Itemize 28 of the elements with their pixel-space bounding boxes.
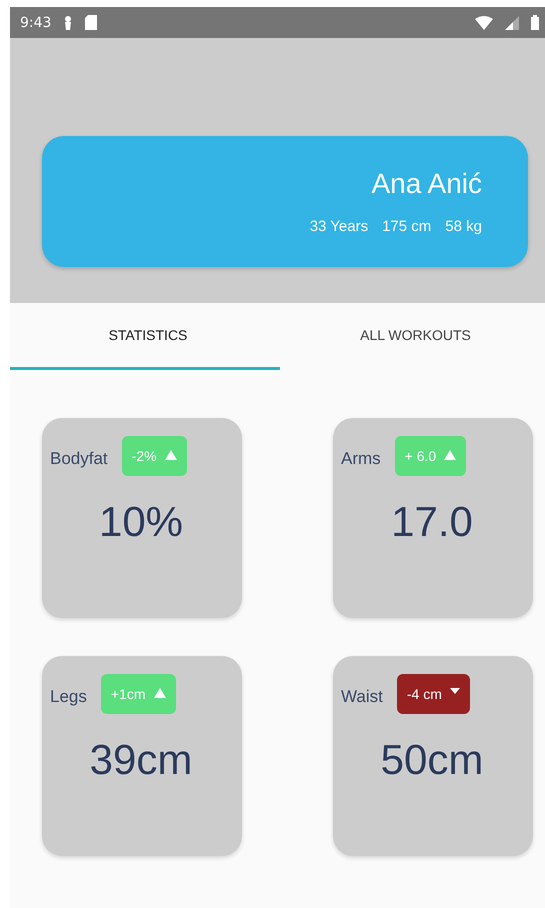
change-badge: -2% [122,436,187,476]
triangle-down-icon [450,688,460,694]
triangle-up-icon [164,450,177,460]
stat-value: 50cm [380,736,484,784]
person-icon [63,14,74,30]
stat-value: 10% [98,498,184,546]
stat-label: Waist [341,687,383,707]
tab[interactable]: ALL WORKOUTS [280,303,545,370]
profile-stat: 58 kg [445,218,482,235]
profile-stat: 175 cm [382,218,432,235]
stat-label: Bodyfat [50,449,108,469]
wifi-icon [475,16,493,30]
change-badge: -4 cm [396,674,470,714]
stat-value: 17.0 [390,498,474,546]
profile-stat: 33 Years [310,218,368,235]
signal-icon [505,16,519,30]
battery-icon [531,15,539,30]
change-badge: + 6.0 [394,436,466,476]
change-badge: +1cm [100,674,176,714]
status-time: 9:43 [20,14,52,30]
stat-label: Legs [50,687,87,707]
stat-label: Arms [341,449,381,469]
profile-name: Ana Anić [371,168,482,200]
stat-value: 39cm [88,736,194,784]
triangle-up-icon [444,450,456,460]
triangle-up-icon [154,688,166,698]
tab[interactable]: STATISTICS [10,303,280,370]
sd-card-icon [85,15,98,30]
